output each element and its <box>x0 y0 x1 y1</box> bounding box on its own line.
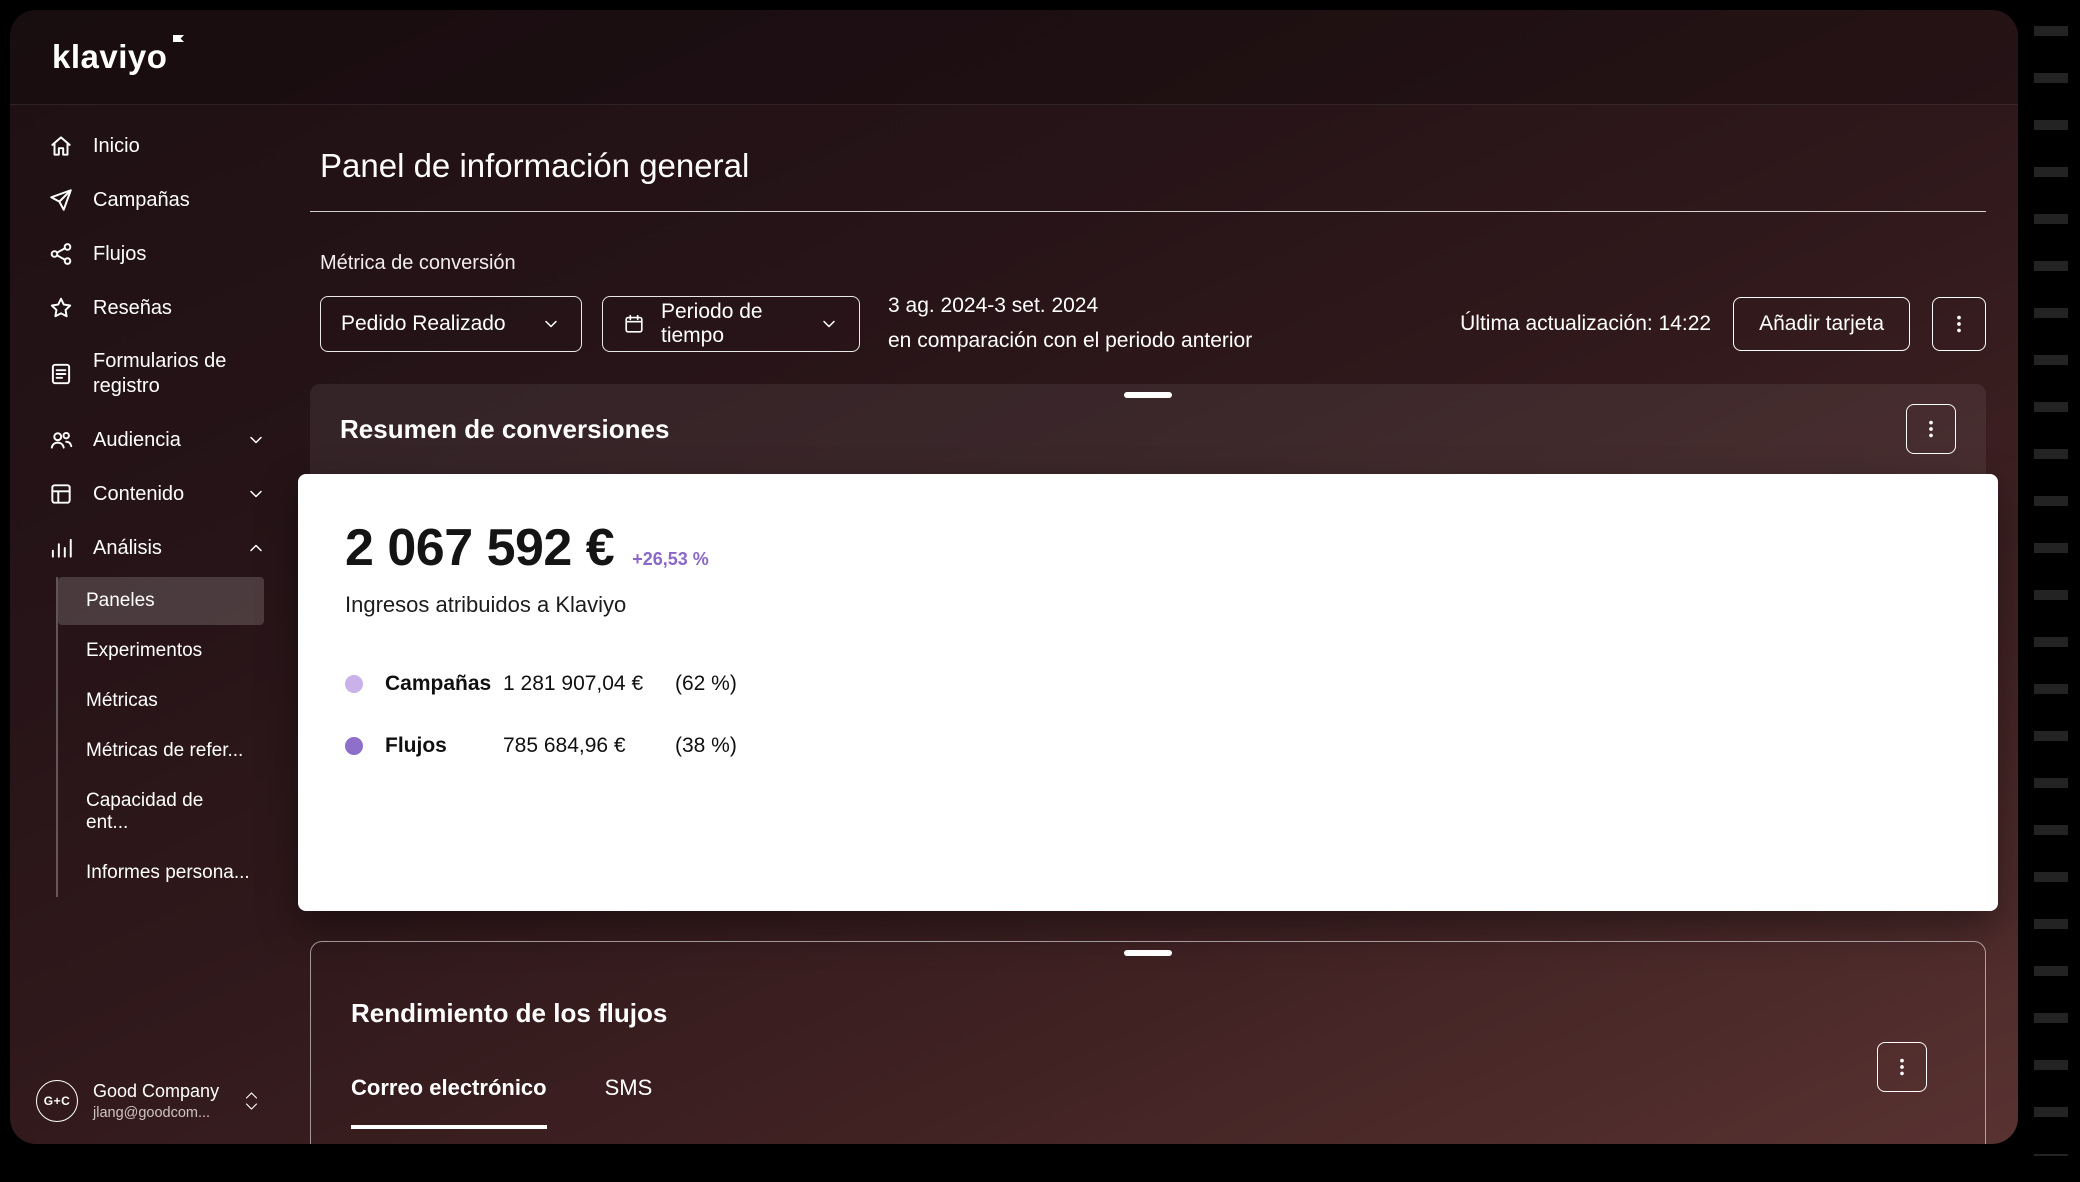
date-range: 3 ag. 2024-3 set. 2024 <box>888 294 1099 317</box>
date-range-block: 3 ag. 2024-3 set. 2024 en comparación co… <box>888 289 1252 358</box>
time-period-value: Periodo de tiempo <box>661 299 763 347</box>
kebab-icon <box>1900 1059 1904 1076</box>
revenue-subtitle: Ingresos atribuidos a Klaviyo <box>345 592 627 618</box>
title-divider <box>310 211 1986 212</box>
comparison-note: en comparación con el periodo anterior <box>888 328 1253 352</box>
sidebar-item-label: Inicio <box>93 134 140 157</box>
conversion-summary-kebab-button[interactable] <box>1906 404 1956 455</box>
tab-sms[interactable]: SMS <box>605 1075 653 1129</box>
sidebar-item-label: Contenido <box>93 482 185 505</box>
home-icon <box>51 136 71 156</box>
chevron-down-icon <box>250 490 262 498</box>
people-icon <box>50 431 73 449</box>
legend-percent: (62 %) <box>675 672 737 696</box>
flow-performance-kebab-button[interactable] <box>1877 1042 1927 1093</box>
dashboard-kebab-button[interactable] <box>1932 296 1986 351</box>
sidebar-item-label: Audiencia <box>93 428 181 451</box>
kebab-icon <box>1957 315 1961 332</box>
conversion-summary-card: Resumen de conversiones 2 067 592 € +26,… <box>298 384 1998 912</box>
conversion-metric-label: Métrica de conversión <box>320 252 516 274</box>
subnav-item-experimentos[interactable]: Experimentos <box>58 627 264 675</box>
sidebar-item-label: Formularios de registro <box>93 350 227 397</box>
legend-percent: (38 %) <box>675 734 737 758</box>
sidebar-item-flujos[interactable]: Flujos <box>10 227 290 281</box>
flow-performance-tabs: Correo electrónico SMS <box>351 1075 1945 1130</box>
add-card-button[interactable]: Añadir tarjeta <box>1733 296 1910 351</box>
kebab-icon <box>1929 421 1933 438</box>
star-icon <box>50 297 72 318</box>
subnav-item-paneles[interactable]: Paneles <box>58 577 264 625</box>
analysis-subnav: Paneles Experimentos Métricas Métricas d… <box>56 577 264 897</box>
flow-performance-title: Rendimiento de los flujos <box>351 998 668 1029</box>
screen-edge-dashes <box>2034 26 2068 1156</box>
conversion-summary-body: 2 067 592 € +26,53 % Ingresos atribuidos… <box>298 474 1998 912</box>
top-bar: klaviyo <box>10 10 2018 105</box>
account-email: jlang@goodcom... <box>93 1105 211 1121</box>
chevron-down-icon <box>250 436 262 444</box>
total-revenue-value: 2 067 592 € <box>345 519 615 578</box>
card-drag-handle[interactable] <box>1124 950 1172 957</box>
sidebar-item-inicio[interactable]: Inicio <box>10 119 290 173</box>
conversion-metric-value: Pedido Realizado <box>341 311 506 335</box>
klaviyo-wordmark: klaviyo <box>52 38 168 75</box>
campaigns-legend-dot <box>345 675 363 694</box>
chevron-down-icon <box>545 320 557 327</box>
card-drag-handle[interactable] <box>1124 392 1172 399</box>
page-title: Panel de información general <box>320 147 750 184</box>
sidebar-item-resenas[interactable]: Reseñas <box>10 281 290 335</box>
app-window: klaviyo Inicio Campañas Flujos Reseñas F… <box>10 10 2018 1144</box>
tab-correo-electronico[interactable]: Correo electrónico <box>351 1075 547 1130</box>
conversion-summary-header: Resumen de conversiones <box>310 384 1986 475</box>
dashboard-controls: Métrica de conversión Pedido Realizado P… <box>310 252 1986 358</box>
legend-label: Campañas <box>385 672 492 696</box>
chevron-down-icon <box>823 320 835 327</box>
chart-legend: Campañas 1 281 907,04 € (62 %) Flujos 78… <box>345 672 737 758</box>
send-icon <box>50 189 72 211</box>
sidebar: Inicio Campañas Flujos Reseñas Formulari… <box>10 105 290 1144</box>
subnav-item-metricas-referencia[interactable]: Métricas de refer... <box>58 727 264 775</box>
time-period-select[interactable]: Periodo de tiempo <box>602 295 860 352</box>
legend-label: Flujos <box>385 734 447 758</box>
subnav-item-informes-personalizados[interactable]: Informes persona... <box>58 849 264 897</box>
klaviyo-flag-icon <box>173 35 185 42</box>
sidebar-item-analisis[interactable]: Análisis <box>10 521 290 575</box>
legend-row-campanas: Campañas 1 281 907,04 € (62 %) <box>345 672 737 696</box>
account-expander-icon <box>244 1091 259 1111</box>
sidebar-item-contenido[interactable]: Contenido <box>10 467 290 521</box>
last-updated: Última actualización: 14:22 <box>1460 311 1712 335</box>
analytics-icon <box>51 538 72 558</box>
sidebar-item-formularios[interactable]: Formularios de registro <box>10 335 290 413</box>
revenue-delta-badge: +26,53 % <box>632 549 709 570</box>
legend-value: 1 281 907,04 € <box>503 672 644 696</box>
account-name: Good Company <box>93 1081 220 1101</box>
klaviyo-logo[interactable]: klaviyo <box>52 35 185 76</box>
avatar-initials: G+C <box>43 1094 71 1108</box>
avatar: G+C <box>36 1080 78 1122</box>
legend-row-flujos: Flujos 785 684,96 € (38 %) <box>345 734 737 758</box>
flow-icon <box>50 243 72 265</box>
content-icon <box>51 484 71 504</box>
main-content: Panel de información general Métrica de … <box>290 105 2018 1144</box>
conversion-metric-select[interactable]: Pedido Realizado <box>320 295 582 352</box>
subnav-item-capacidad-entrega[interactable]: Capacidad de ent... <box>58 777 264 847</box>
subnav-item-metricas[interactable]: Métricas <box>58 677 264 725</box>
conversion-summary-title: Resumen de conversiones <box>340 413 670 444</box>
conversion-bar-chart <box>822 552 1884 855</box>
account-switcher[interactable]: G+C Good Company jlang@goodcom... <box>36 1080 259 1122</box>
flow-performance-card: Rendimiento de los flujos Correo electró… <box>310 941 1986 1144</box>
sidebar-item-label: Campañas <box>93 188 190 211</box>
sidebar-item-label: Flujos <box>93 242 147 265</box>
calendar-icon <box>625 314 643 333</box>
sidebar-item-label: Análisis <box>93 536 162 559</box>
form-icon <box>51 363 71 385</box>
sidebar-item-label: Reseñas <box>93 296 172 319</box>
sidebar-item-campanas[interactable]: Campañas <box>10 173 290 227</box>
flows-legend-dot <box>345 737 363 756</box>
sidebar-item-audiencia[interactable]: Audiencia <box>10 413 290 467</box>
chevron-up-icon <box>250 544 262 552</box>
legend-value: 785 684,96 € <box>503 734 626 758</box>
